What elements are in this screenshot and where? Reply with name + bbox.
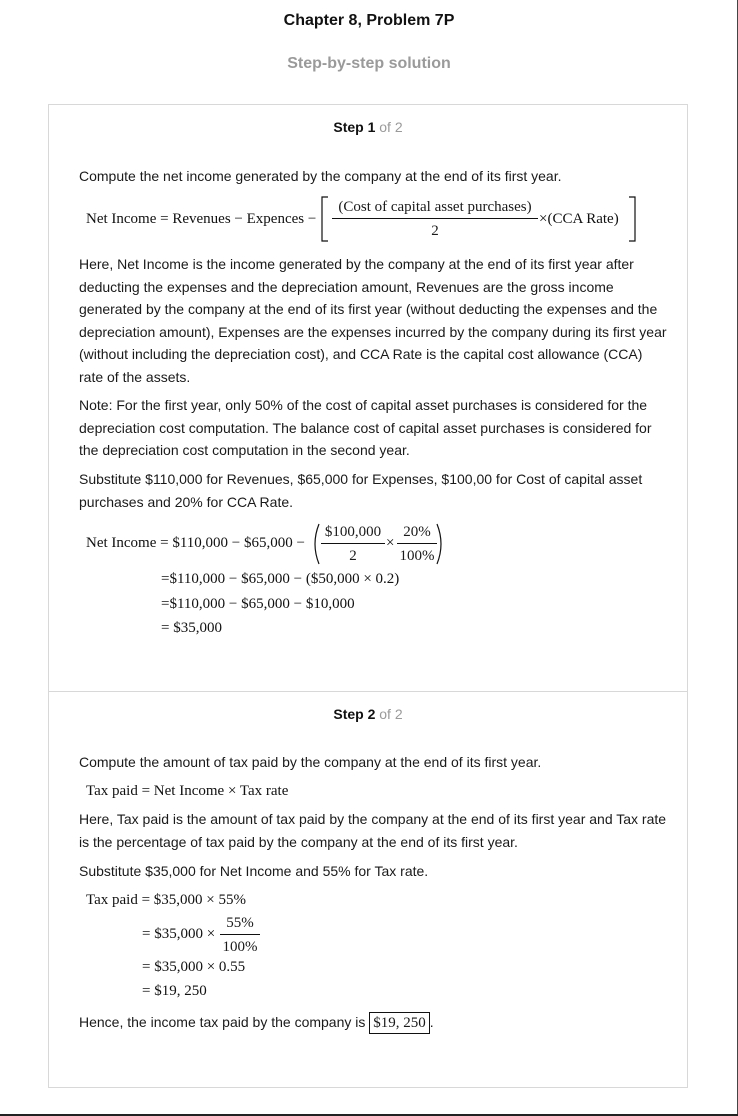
page-subtitle: Step-by-step solution <box>287 55 451 72</box>
step-2-card: Step 2 of 2 Compute the amount of tax pa… <box>48 691 688 1088</box>
formula-fraction-denominator: 2 <box>431 223 439 239</box>
fraction-bar <box>332 218 538 219</box>
step-1-header: Step 1 of 2 <box>49 119 687 135</box>
left-bracket-icon <box>321 196 328 242</box>
fraction-bar <box>220 934 260 935</box>
step-1-label: Step 1 <box>333 119 376 135</box>
right-bracket-icon <box>629 196 636 242</box>
step-1-card: Step 1 of 2 Compute the net income gener… <box>48 104 688 692</box>
left-paren-icon <box>314 523 320 565</box>
calc-line-2: =$110,000 − $65,000 − ($50,000 × 0.2) <box>161 571 400 587</box>
calc-line-4: = $35,000 <box>161 620 222 636</box>
step-1-explanation: Here, Net Income is the income generated… <box>79 256 667 385</box>
tax-calc-fraction: 55% 100% <box>220 914 260 956</box>
step-1-of: of 2 <box>375 119 403 135</box>
step-2-conclusion: Hence, the income tax paid by the compan… <box>79 1014 366 1030</box>
calc-line-1-lhs: Net Income = $110,000 − $65,000 − <box>86 535 305 551</box>
step-2-header: Step 2 of 2 <box>49 706 687 722</box>
step-2-explanation: Here, Tax paid is the amount of tax paid… <box>79 811 667 850</box>
step-2-of: of 2 <box>375 706 403 722</box>
tax-formula: Tax paid = Net Income × Tax rate <box>86 783 289 799</box>
right-paren-icon <box>436 523 442 565</box>
tax-calc-line-4: = $19, 250 <box>142 983 207 999</box>
page-title: Chapter 8, Problem 7P <box>283 12 455 29</box>
tax-calc-fraction-denominator: 100% <box>222 939 258 955</box>
formula-lhs: Net Income = Revenues − Expences − <box>86 211 317 227</box>
step-2-intro: Compute the amount of tax paid by the co… <box>79 754 542 770</box>
tax-calc-line-3: = $35,000 × 0.55 <box>142 959 246 975</box>
calc-fraction-1-numerator: $100,000 <box>324 524 382 540</box>
fraction-bar <box>397 543 437 544</box>
calc-fraction-1-denominator: 2 <box>349 548 357 564</box>
tax-calc-fraction-numerator: 55% <box>226 915 254 931</box>
step-2-conclusion-line: Hence, the income tax paid by the compan… <box>79 1011 669 1034</box>
formula-fraction-numerator: (Cost of capital asset purchases) <box>338 199 532 215</box>
conclusion-period: . <box>429 1014 434 1030</box>
tax-calc-line-1: Tax paid = $35,000 × 55% <box>86 892 247 908</box>
calc-fraction-2-numerator: 20% <box>403 524 431 540</box>
formula-fraction: (Cost of capital asset purchases) 2 <box>332 198 538 240</box>
formula-times-rate: ×(CCA Rate) <box>539 211 619 227</box>
calc-times: × <box>386 535 395 551</box>
calc-line-3: =$110,000 − $65,000 − $10,000 <box>161 596 355 612</box>
final-answer-box: $19, 250 <box>369 1012 430 1034</box>
calc-fraction-1: $100,000 2 <box>321 523 385 565</box>
tax-calc-line-2-lhs: = $35,000 × <box>142 926 216 942</box>
step-1-intro: Compute the net income generated by the … <box>79 168 562 184</box>
step-2-label: Step 2 <box>333 706 376 722</box>
fraction-bar <box>321 543 385 544</box>
calc-fraction-2-denominator: 100% <box>399 548 435 564</box>
step-2-substitute: Substitute $35,000 for Net Income and 55… <box>79 863 429 879</box>
step-1-note: Note: For the first year, only 50% of th… <box>79 397 652 458</box>
calc-fraction-2: 20% 100% <box>397 523 437 565</box>
step-1-substitute: Substitute $110,000 for Revenues, $65,00… <box>79 471 643 510</box>
